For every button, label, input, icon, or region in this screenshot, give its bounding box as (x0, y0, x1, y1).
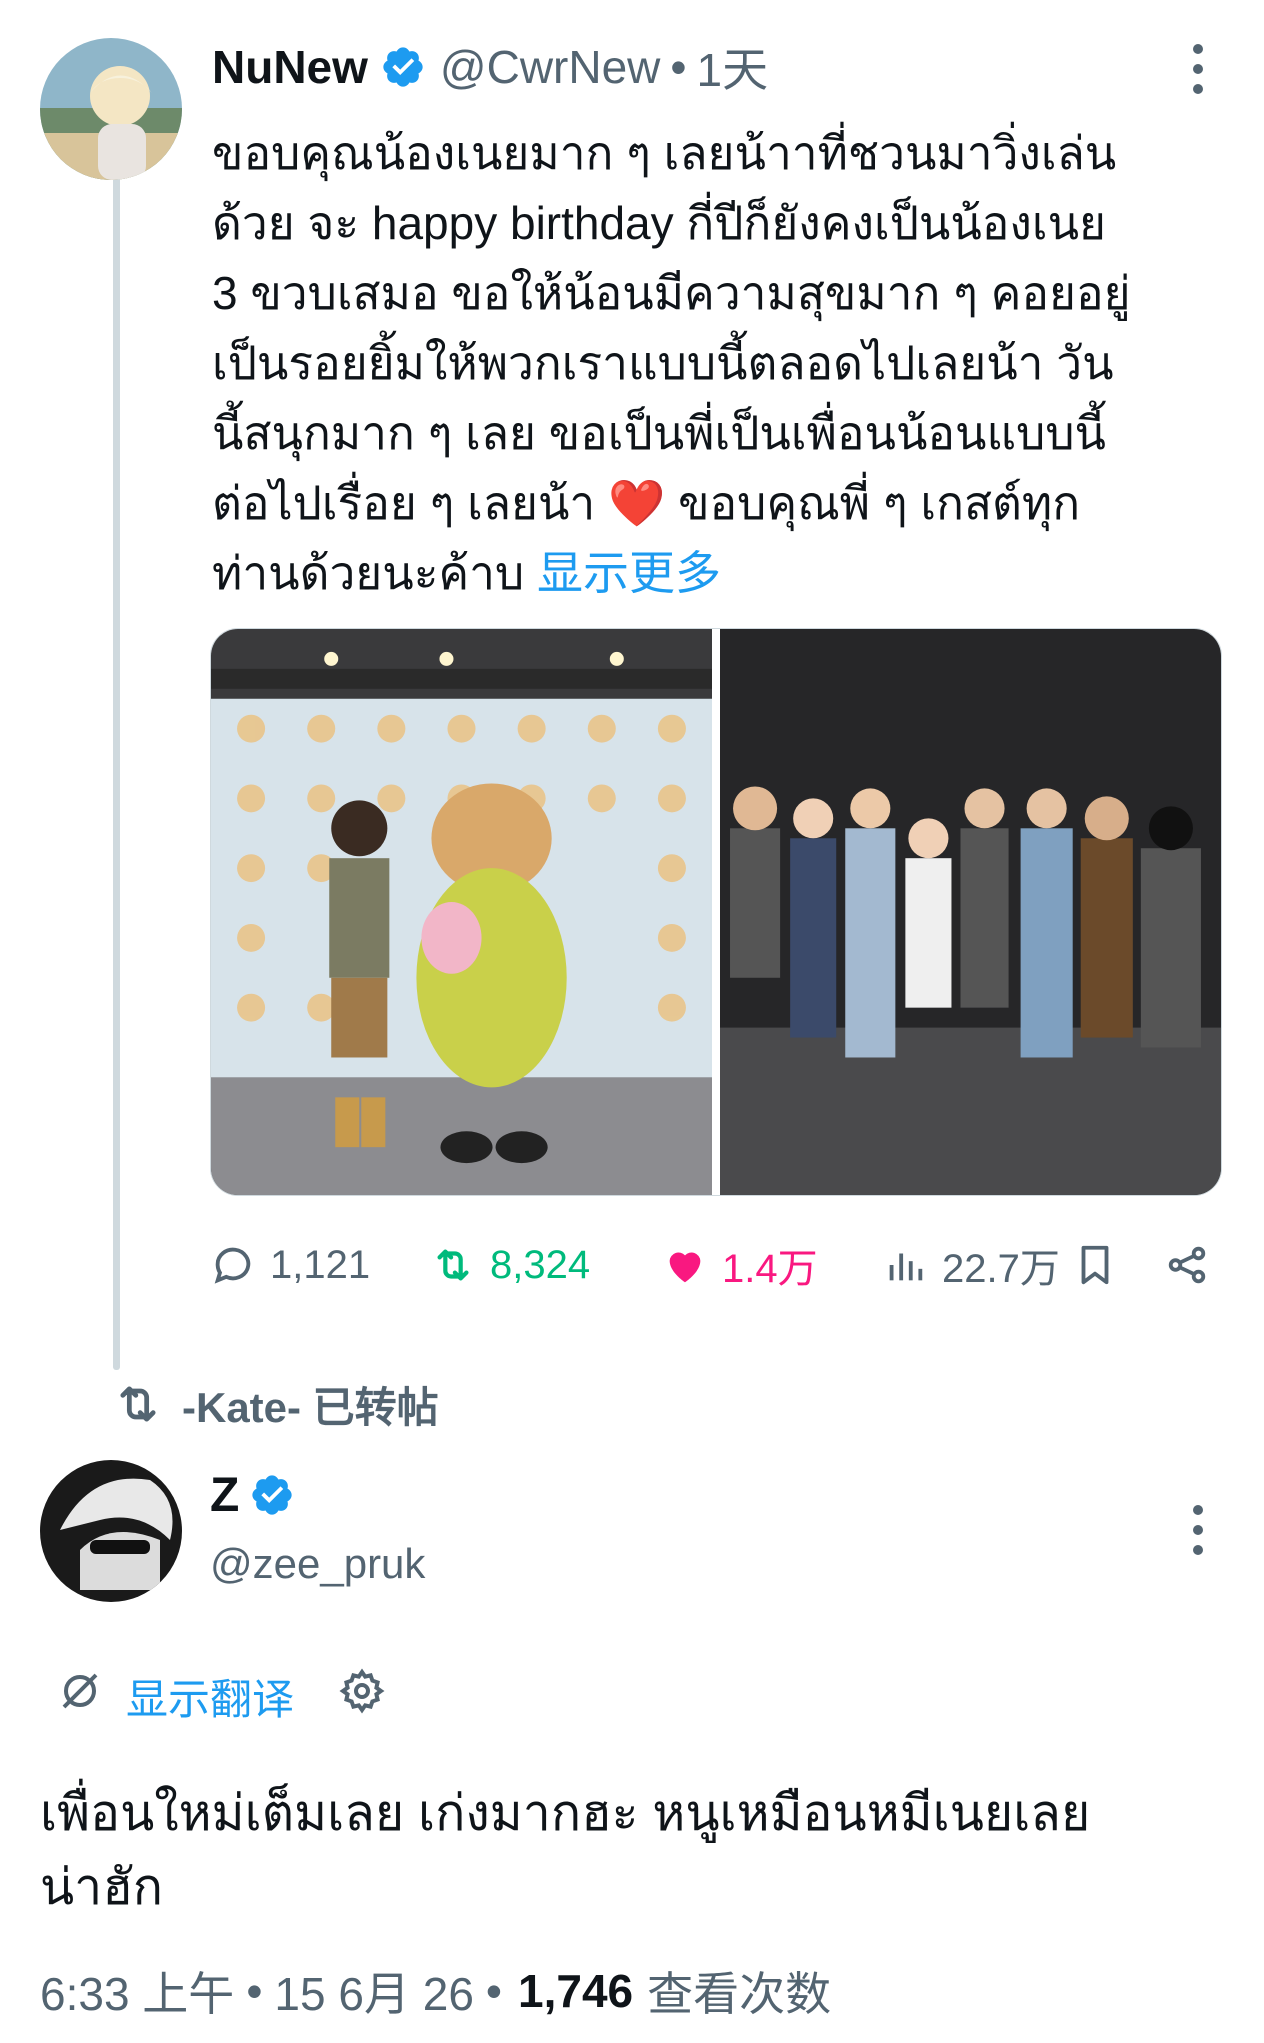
reposted-by-indicator: -Kate- 已转帖 (112, 1374, 439, 1434)
tweet-text-line: เป็นรอยยิ้มให้พวกเราแบบนี้ตลอดไปเลยน้า ว… (212, 337, 1114, 389)
separator-dot: • (670, 41, 687, 93)
views-count: 22.7万 (942, 1247, 1060, 1291)
zee-avatar[interactable] (40, 1460, 182, 1602)
author-name[interactable]: NuNew (212, 40, 368, 94)
nunew-avatar[interactable] (40, 38, 182, 180)
reposted-by-label[interactable]: -Kate- 已转帖 (182, 1374, 439, 1435)
tweet-text-line: 3 ขวบเสมอ ขอให้น้อนมีความสุขมาก ๆ คอยอยู… (212, 267, 1131, 319)
analytics-icon (882, 1242, 928, 1288)
tweet-text-line: ขอบคุณน้องเนยมาก ๆ เลยน้าาที่ชวนมาวิ่งเล… (212, 127, 1117, 179)
tweet2-body: เพื่อนใหม่เต็มเลย เก่งมากฮะ หนูเหมือนหมี… (40, 1776, 1230, 1924)
reply-count: 1,121 (270, 1242, 371, 1287)
photo-mascot[interactable] (211, 629, 712, 1195)
bookmark-icon (1072, 1242, 1118, 1288)
tweet-date[interactable]: 15 6月 26 (274, 1958, 473, 2024)
repost-count: 8,324 (490, 1242, 591, 1287)
tweet-text-line: ต่อไปเรื่อย ๆ เลยน้า ❤️ ขอบคุณพี่ ๆ เกสต… (212, 477, 1081, 529)
translate-icon (56, 1667, 104, 1725)
show-translation-link[interactable]: 显示翻译 (126, 1666, 294, 1727)
more-options-icon[interactable] (1188, 1505, 1208, 1555)
verified-badge-icon (380, 44, 426, 90)
tweet1-body: ขอบคุณน้องเนยมาก ๆ เลยน้าาที่ชวนมาวิ่งเล… (212, 118, 1222, 608)
author-name[interactable]: Z (210, 1468, 239, 1523)
like-count: 1.4万 (722, 1247, 818, 1291)
thread-connector-line (113, 170, 120, 1370)
author-handle[interactable]: @zee_pruk (210, 1540, 425, 1588)
tweet-text-line: นี้สนุกมาก ๆ เลย ขอเป็นพี่เป็นเพื่อนน้อน… (212, 407, 1106, 459)
translate-row: 显示翻译 (56, 1666, 386, 1726)
views-count: 1,746 (518, 1965, 634, 2017)
author-handle[interactable]: @CwrNew (440, 40, 660, 94)
tweet-text-segment: ท่านด้วยนะค้าบ (212, 547, 525, 599)
tweet-time[interactable]: 1天 (697, 34, 769, 100)
tweet1-header: NuNew @CwrNew • 1天 (212, 36, 768, 98)
like-button[interactable]: 1.4万 (662, 1230, 818, 1300)
heart-icon (662, 1242, 708, 1288)
separator-dot: • (485, 1965, 503, 2017)
tweet-media-grid (210, 628, 1222, 1196)
views-button[interactable]: 22.7万 (882, 1230, 1060, 1300)
repost-button[interactable]: 8,324 (430, 1230, 590, 1300)
gear-icon[interactable] (338, 1667, 386, 1725)
tweet2-author-row: Z (210, 1460, 295, 1530)
show-more-link[interactable]: 显示更多 (537, 547, 721, 599)
share-button[interactable] (1164, 1230, 1210, 1300)
reply-icon (210, 1242, 256, 1288)
share-icon (1164, 1242, 1210, 1288)
separator-dot: • (246, 1965, 263, 2017)
bookmark-button[interactable] (1072, 1230, 1118, 1300)
verified-badge-icon (249, 1472, 295, 1518)
photo-group[interactable] (720, 629, 1221, 1195)
more-options-icon[interactable] (1188, 44, 1208, 94)
tweet-text-line-last: ท่านด้วยนะค้าบ 显示更多 (212, 538, 1222, 608)
repost-icon (430, 1242, 476, 1288)
tweet-time[interactable]: 6:33 上午 (40, 1958, 234, 2024)
reply-button[interactable]: 1,121 (210, 1230, 370, 1300)
tweet-text-line: เพื่อนใหม่เต็มเลย เก่งมากฮะ หนูเหมือนหมี… (40, 1785, 1091, 1841)
views-label[interactable]: 查看次数 (647, 1958, 831, 2024)
tweet-text-line: น่าฮัก (40, 1859, 164, 1915)
repost-small-icon (112, 1378, 164, 1440)
tweet-text-line: ด้วย จะ happy birthday กี่ปีก็ยังคงเป็นน… (212, 197, 1106, 249)
tweet-metadata: 6:33 上午 • 15 6月 26 • 1,746 查看次数 (40, 1958, 831, 2024)
tweet-action-bar: 1,121 8,324 1.4万 22.7万 (210, 1230, 1220, 1300)
